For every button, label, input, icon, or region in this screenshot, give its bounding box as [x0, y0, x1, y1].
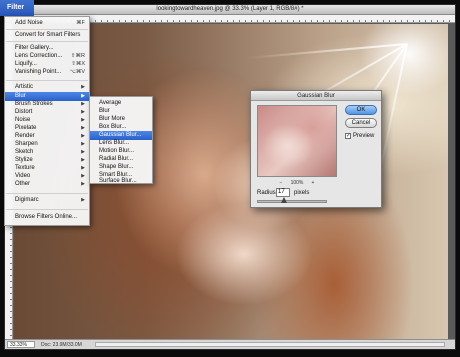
preview-checkbox-label: Preview: [353, 133, 375, 139]
menu-item-label: Other: [15, 181, 31, 187]
submenu-arrow-icon: ▶: [81, 181, 85, 187]
menu-item-label: Vanishing Point...: [15, 69, 62, 75]
horizontal-scrollbar[interactable]: [95, 342, 445, 347]
radius-units-label: pixels: [294, 190, 310, 196]
preview-zoom-level: 100%: [290, 180, 304, 186]
menu-item-label: Video: [15, 173, 31, 179]
menu-item-artistic[interactable]: Artistic ▶: [5, 83, 89, 92]
zoom-in-icon[interactable]: +: [309, 179, 317, 187]
menu-item-label: Noise: [15, 117, 31, 123]
document-size-info[interactable]: Doc: 23.9M/33.0M: [41, 342, 82, 348]
menu-item-label: Lens Blur...: [99, 140, 130, 146]
menu-item-label: Lens Correction...: [15, 53, 63, 59]
dialog-title[interactable]: Gaussian Blur: [251, 91, 381, 101]
menu-item-label: Browse Filters Online...: [15, 214, 78, 220]
menu-separator: [6, 209, 88, 210]
menu-item-shortcut: ⌘F: [76, 20, 85, 26]
filter-menu: Add Noise ⌘F Convert for Smart Filters Fi…: [4, 16, 90, 226]
radius-slider-track[interactable]: [257, 200, 327, 203]
submenu-arrow-icon: ▶: [81, 84, 85, 90]
menu-item-label: Digimarc: [15, 197, 39, 203]
menu-item-label: Surface Blur...: [99, 178, 137, 184]
menu-item-label: Motion Blur...: [99, 148, 135, 154]
menu-item-other[interactable]: Other ▶: [5, 180, 89, 189]
menu-item-browse-filters-online[interactable]: Browse Filters Online...: [5, 213, 89, 222]
menu-item-label: Sharpen: [15, 141, 38, 147]
zoom-out-icon[interactable]: −: [277, 179, 285, 187]
menu-item-digimarc[interactable]: Digimarc ▶: [5, 196, 89, 205]
screen: lookingtowardheaven.jpg @ 33.3% (Layer 1…: [0, 0, 460, 357]
menu-item-label: Blur: [99, 108, 110, 114]
menu-item-label: Convert for Smart Filters: [15, 32, 81, 38]
document-title-bar[interactable]: lookingtowardheaven.jpg @ 33.3% (Layer 1…: [5, 5, 455, 15]
document-title: lookingtowardheaven.jpg @ 33.3% (Layer 1…: [156, 6, 304, 12]
menu-item-label: Box Blur...: [99, 124, 127, 130]
menu-item-label: Average: [99, 100, 122, 106]
submenu-arrow-icon: ▶: [81, 197, 85, 203]
filter-preview-image[interactable]: [257, 105, 337, 177]
blur-submenu: Average Blur Blur More Box Blur... Gauss…: [89, 96, 153, 184]
menu-item-label: Filter Gallery...: [15, 45, 54, 51]
menu-item-label: Sketch: [15, 149, 34, 155]
menu-item-label: Add Noise: [15, 20, 43, 26]
menu-item-label: Shape Blur...: [99, 164, 134, 170]
menu-item-label: Radial Blur...: [99, 156, 134, 162]
menu-item-shortcut: ⌥⌘V: [69, 69, 85, 75]
cancel-button[interactable]: Cancel: [345, 118, 377, 128]
menu-item-label: Artistic: [15, 84, 33, 90]
menu-item-label: Blur More: [99, 116, 126, 122]
menu-item-label: Liquify...: [15, 61, 37, 67]
submenu-item-surface-blur[interactable]: Surface Blur...: [90, 177, 152, 186]
preview-zoom-controls: − 100% +: [257, 179, 337, 187]
menu-item-label: Brush Strokes: [15, 101, 53, 107]
menu-separator: [6, 193, 88, 194]
preview-checkbox[interactable]: ✓: [345, 133, 351, 139]
menu-item-vanishing-point[interactable]: Vanishing Point... ⌥⌘V: [5, 68, 89, 77]
radius-input[interactable]: 17: [276, 188, 290, 197]
menu-item-label: Blur: [15, 93, 26, 99]
menu-item-convert-for-smart-filters[interactable]: Convert for Smart Filters: [5, 31, 89, 40]
zoom-level-field[interactable]: 33.33%: [7, 341, 35, 348]
menu-item-label: Pixelate: [15, 125, 37, 131]
menu-item-label: Gaussian Blur...: [99, 132, 142, 138]
menu-item-add-noise[interactable]: Add Noise ⌘F: [5, 19, 89, 28]
status-bar: 33.33% Doc: 23.9M/33.0M: [5, 339, 455, 349]
gaussian-blur-dialog: Gaussian Blur − 100% + Radius: 17 pixels…: [250, 90, 382, 208]
menu-item-label: Texture: [15, 165, 35, 171]
ok-button[interactable]: OK: [345, 105, 377, 115]
menu-item-label: Stylize: [15, 157, 33, 163]
filter-menu-title[interactable]: Filter: [0, 0, 34, 16]
radius-slider-thumb[interactable]: [281, 197, 287, 203]
menu-separator: [6, 41, 88, 42]
radius-label: Radius:: [257, 190, 278, 196]
menu-item-label: Distort: [15, 109, 33, 115]
menu-item-label: Render: [15, 133, 35, 139]
menu-separator: [6, 29, 88, 30]
menu-separator: [6, 80, 88, 81]
